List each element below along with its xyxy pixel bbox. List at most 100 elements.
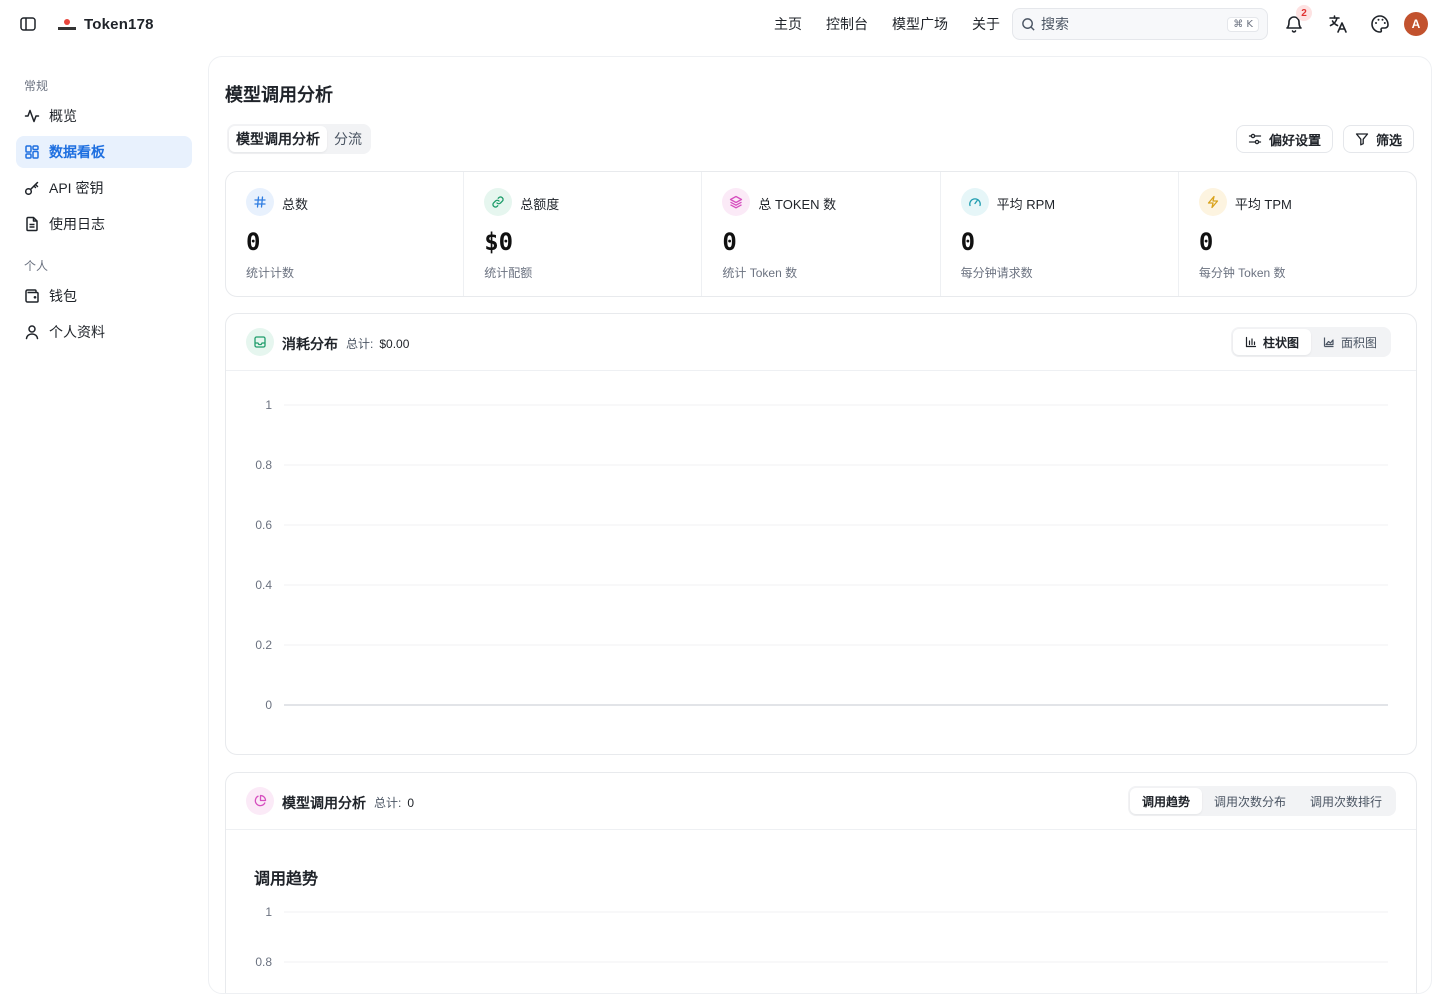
nav-about[interactable]: 关于 [960, 14, 1012, 34]
consumption-ytick-label: 1 [265, 398, 272, 412]
model-analysis-tabs: 调用趋势 调用次数分布 调用次数排行 [1128, 786, 1397, 816]
top-header: Token178 主页 控制台 模型广场 关于 ⌘ K 2 A [0, 0, 1440, 48]
pie-chart-icon [254, 794, 267, 807]
palette-icon [1371, 15, 1389, 33]
consumption-ytick-label: 0.2 [255, 638, 272, 652]
stat-value: 0 [722, 228, 737, 256]
stats-row: 总数 0 统计计数 总额度 $0 统计配额 总 TOKEN 数 0 统计 Tok… [225, 171, 1417, 297]
consumption-icon-wrap [246, 328, 274, 356]
dashboard-icon [25, 145, 39, 159]
stat-sub: 统计计数 [246, 266, 295, 280]
model-analysis-title: 模型调用分析 [282, 795, 366, 811]
consumption-chart: 1 0.8 0.6 0.4 0.2 0 [255, 398, 1388, 712]
inbox-icon [254, 336, 266, 348]
model-analysis-card: 模型调用分析 总计: 0 调用趋势 调用次数分布 调用次数排行 调用趋势 1 0.8 [225, 772, 1417, 993]
sidebar-section-personal: 个人 [24, 259, 49, 273]
link-icon [492, 196, 504, 208]
consumption-total-label: 总计: [346, 337, 374, 351]
stat-total-tokens: 总 TOKEN 数 0 统计 Token 数 [702, 172, 941, 296]
avatar[interactable]: A [1404, 12, 1428, 36]
trend-ytick-label: 0.8 [255, 955, 272, 969]
stat-label: 总 TOKEN 数 [758, 197, 837, 212]
trend-ytick-label: 1 [265, 905, 272, 919]
model-analysis-icon-wrap [246, 787, 274, 815]
sidebar-item-dashboard[interactable]: 数据看板 [16, 136, 192, 168]
filter-button[interactable]: 筛选 [1343, 125, 1415, 153]
stat-label: 平均 RPM [996, 197, 1056, 212]
preferences-label: 偏好设置 [1269, 132, 1322, 148]
sidebar-item-usage-logs[interactable]: 使用日志 [16, 208, 192, 240]
consumption-card: 消耗分布 总计: $0.00 柱状图 面积图 1 0.8 0.6 0.4 0.2 0 [225, 313, 1417, 755]
sidebar-item-overview[interactable]: 概览 [16, 100, 192, 132]
sidebar-toggle-icon[interactable] [19, 15, 37, 33]
view-segment: 模型调用分析 分流 [227, 124, 371, 154]
segment-routing[interactable]: 分流 [327, 126, 369, 152]
stat-value: 0 [246, 228, 261, 256]
stat-sub: 每分钟请求数 [960, 266, 1033, 280]
gauge-icon [968, 198, 981, 207]
model-analysis-total: 总计: 0 [374, 794, 414, 811]
model-analysis-total-label: 总计: [374, 796, 402, 810]
main-panel: 模型调用分析 模型调用分析 分流 偏好设置 筛选 总数 0 统计计数 总额度 $… [208, 56, 1432, 994]
notification-badge: 2 [1296, 5, 1312, 21]
language-button[interactable] [1327, 13, 1349, 35]
brand-logo-icon [58, 13, 76, 35]
layers-icon [730, 195, 743, 209]
sidebar-item-label: 数据看板 [49, 144, 105, 160]
nav-console[interactable]: 控制台 [814, 14, 880, 34]
sliders-icon [1248, 133, 1262, 145]
search-input[interactable] [1041, 16, 1228, 32]
sidebar-item-label: 概览 [49, 108, 77, 124]
stat-label: 平均 TPM [1234, 197, 1292, 212]
brand-name: Token178 [84, 15, 154, 33]
consumption-card-header: 消耗分布 总计: $0.00 柱状图 面积图 [226, 314, 1416, 371]
search-icon [1022, 17, 1035, 31]
stat-avg-tpm: 平均 TPM 0 每分钟 Token 数 [1179, 172, 1416, 296]
sidebar-item-wallet[interactable]: 钱包 [16, 280, 192, 312]
tab-call-ranking[interactable]: 调用次数排行 [1298, 788, 1394, 814]
model-analysis-card-header: 模型调用分析 总计: 0 调用趋势 调用次数分布 调用次数排行 [226, 773, 1416, 830]
sidebar-item-profile[interactable]: 个人资料 [16, 316, 192, 348]
tab-call-trend[interactable]: 调用趋势 [1130, 788, 1203, 814]
tab-bar-chart[interactable]: 柱状图 [1233, 329, 1312, 355]
brand[interactable]: Token178 [58, 13, 154, 35]
filter-icon [1355, 133, 1369, 146]
search-box[interactable]: ⌘ K [1012, 8, 1268, 40]
stat-total-count: 总数 0 统计计数 [226, 172, 465, 296]
theme-button[interactable] [1369, 13, 1391, 35]
stat-icon-wrap [246, 188, 274, 216]
stat-value: $0 [484, 228, 514, 256]
stat-total-quota: 总额度 $0 统计配额 [464, 172, 703, 296]
key-icon [24, 181, 39, 196]
consumption-total: 总计: $0.00 [346, 335, 409, 352]
model-analysis-total-value: 0 [407, 796, 415, 810]
user-icon [25, 325, 39, 340]
consumption-total-value: $0.00 [379, 337, 410, 351]
tab-area-chart[interactable]: 面积图 [1311, 329, 1389, 355]
top-nav: 主页 控制台 模型广场 关于 [762, 0, 1012, 48]
nav-home[interactable]: 主页 [762, 14, 814, 34]
consumption-chart-type-tabs: 柱状图 面积图 [1231, 327, 1392, 357]
stat-icon-wrap [1198, 188, 1227, 216]
nav-model-plaza[interactable]: 模型广场 [880, 14, 960, 34]
sidebar-item-api-keys[interactable]: API 密钥 [16, 172, 192, 204]
bar-chart-icon [1245, 336, 1257, 348]
consumption-ytick-label: 0.6 [255, 518, 272, 532]
stat-label: 总额度 [520, 197, 560, 212]
segment-model-analysis[interactable]: 模型调用分析 [229, 126, 327, 152]
stat-value: 0 [1198, 228, 1214, 256]
activity-icon [24, 109, 40, 123]
stat-sub: 统计 Token 数 [722, 266, 798, 280]
sidebar-item-label: API 密钥 [49, 180, 104, 196]
stat-icon-wrap [722, 188, 751, 216]
call-trend-subtitle: 调用趋势 [254, 871, 319, 888]
filter-label: 筛选 [1376, 132, 1403, 148]
translate-icon [1329, 15, 1347, 33]
preferences-button[interactable]: 偏好设置 [1236, 125, 1334, 153]
tab-call-distribution[interactable]: 调用次数分布 [1202, 788, 1298, 814]
call-trend-chart: 10.8 [255, 905, 1388, 969]
sidebar-item-label: 使用日志 [49, 216, 105, 232]
stat-icon-wrap [960, 188, 989, 216]
stat-sub: 统计配额 [484, 266, 533, 280]
file-text-icon [26, 216, 38, 232]
